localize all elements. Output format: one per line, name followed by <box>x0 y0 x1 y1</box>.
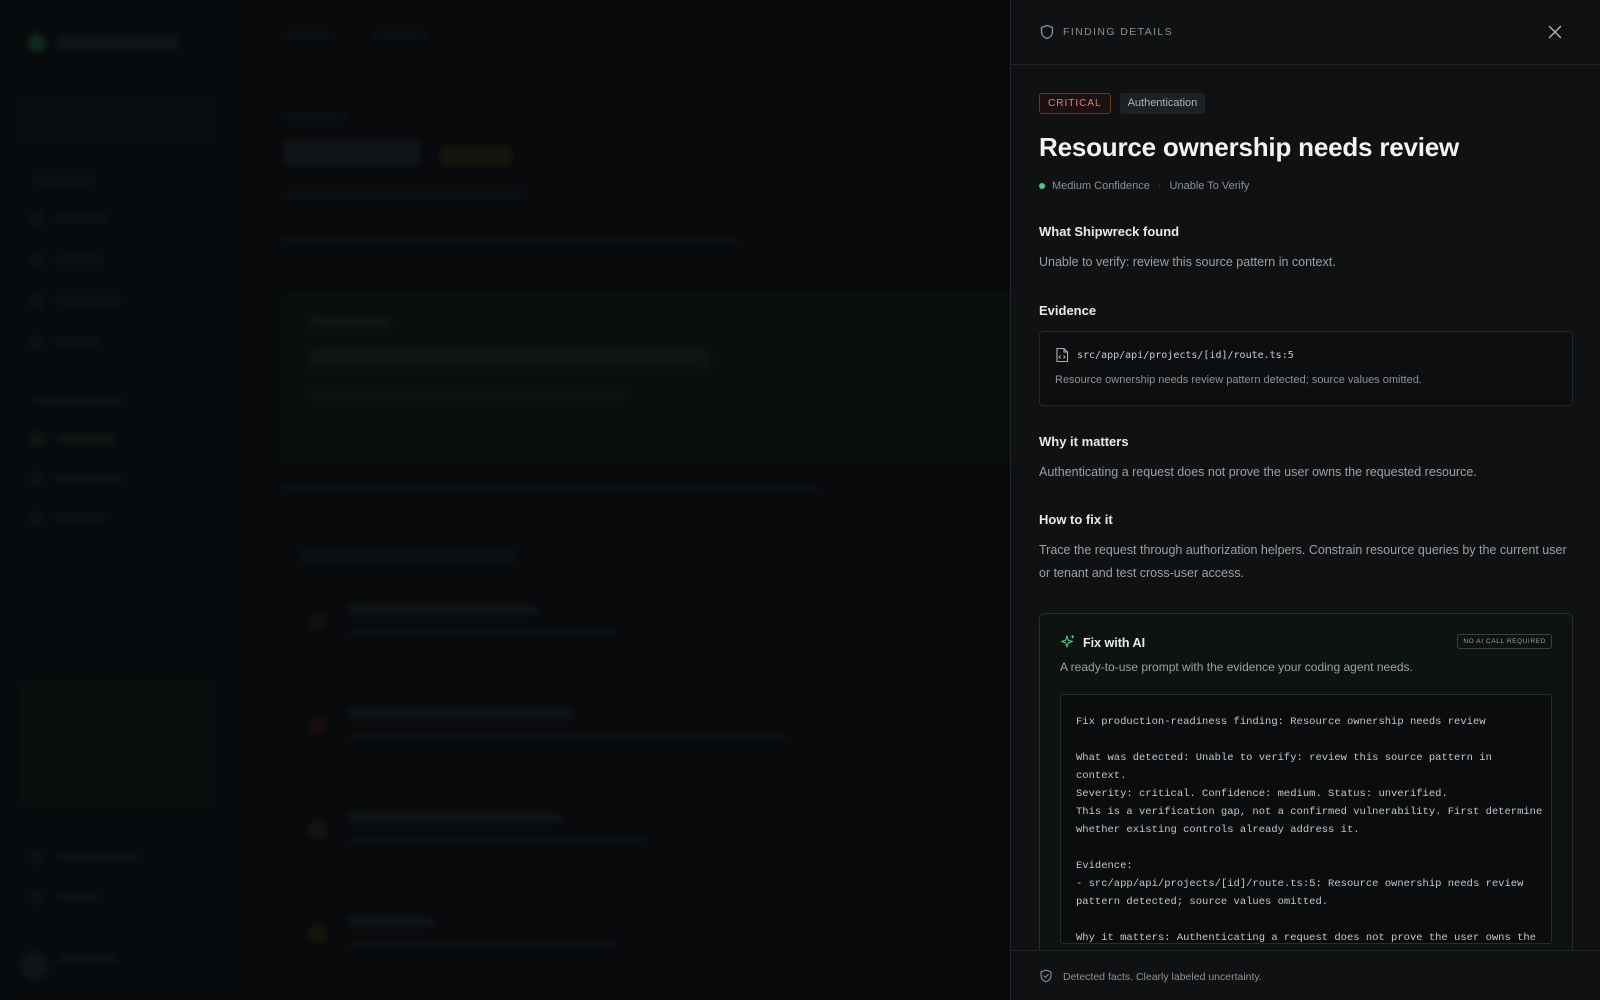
meta-separator: · <box>1157 180 1162 192</box>
modal-backdrop[interactable] <box>0 0 1010 1000</box>
fix-text: Trace the request through authorization … <box>1039 543 1567 580</box>
drawer-header: FINDING DETAILS <box>1011 0 1600 65</box>
severity-badge: CRITICAL <box>1039 93 1111 114</box>
drawer-footer: Detected facts. Clearly labeled uncertai… <box>1011 950 1600 1000</box>
footer-note: Detected facts. Clearly labeled uncertai… <box>1063 971 1262 983</box>
finding-meta: Medium Confidence · Unable To Verify <box>1039 180 1249 192</box>
confidence-dot <box>1039 183 1045 189</box>
close-icon[interactable] <box>1545 22 1565 42</box>
why-heading: Why it matters <box>1039 434 1129 449</box>
why-text: Authenticating a request does not prove … <box>1039 465 1477 479</box>
fix-with-ai-card: Fix with AI NO AI CALL REQUIRED A ready-… <box>1039 613 1573 973</box>
prompt-textbox[interactable]: Fix production-readiness finding: Resour… <box>1060 694 1552 944</box>
evidence-heading: Evidence <box>1039 303 1097 318</box>
finding-title: Resource ownership needs review <box>1039 132 1460 162</box>
sparkles-icon <box>1060 635 1075 648</box>
ai-card-subtitle: A ready-to-use prompt with the evidence … <box>1060 660 1413 674</box>
tag-row: CRITICAL Authentication <box>1039 93 1206 114</box>
found-text: Unable to verify: review this source pat… <box>1039 255 1336 269</box>
drawer-title: FINDING DETAILS <box>1063 26 1174 38</box>
no-ai-call-badge: NO AI CALL REQUIRED <box>1457 634 1552 649</box>
file-code-icon <box>1056 347 1069 363</box>
evidence-card: src/app/api/projects/[id]/route.ts:5 Res… <box>1039 331 1573 406</box>
status-label: Unable To Verify <box>1169 180 1250 192</box>
shield-check-icon <box>1040 969 1052 983</box>
prompt-text: Fix production-readiness finding: Resour… <box>1076 716 1543 944</box>
finding-details-drawer: FINDING DETAILS CRITICAL Authentication … <box>1010 0 1600 1000</box>
found-heading: What Shipwreck found <box>1039 224 1180 239</box>
fix-heading: How to fix it <box>1039 512 1113 527</box>
evidence-path[interactable]: src/app/api/projects/[id]/route.ts:5 <box>1077 350 1294 361</box>
confidence-label: Medium Confidence <box>1052 180 1150 192</box>
evidence-description: Resource ownership needs review pattern … <box>1055 374 1422 386</box>
ai-card-title: Fix with AI <box>1083 636 1146 650</box>
shield-icon <box>1040 24 1054 40</box>
category-badge: Authentication <box>1119 93 1206 114</box>
